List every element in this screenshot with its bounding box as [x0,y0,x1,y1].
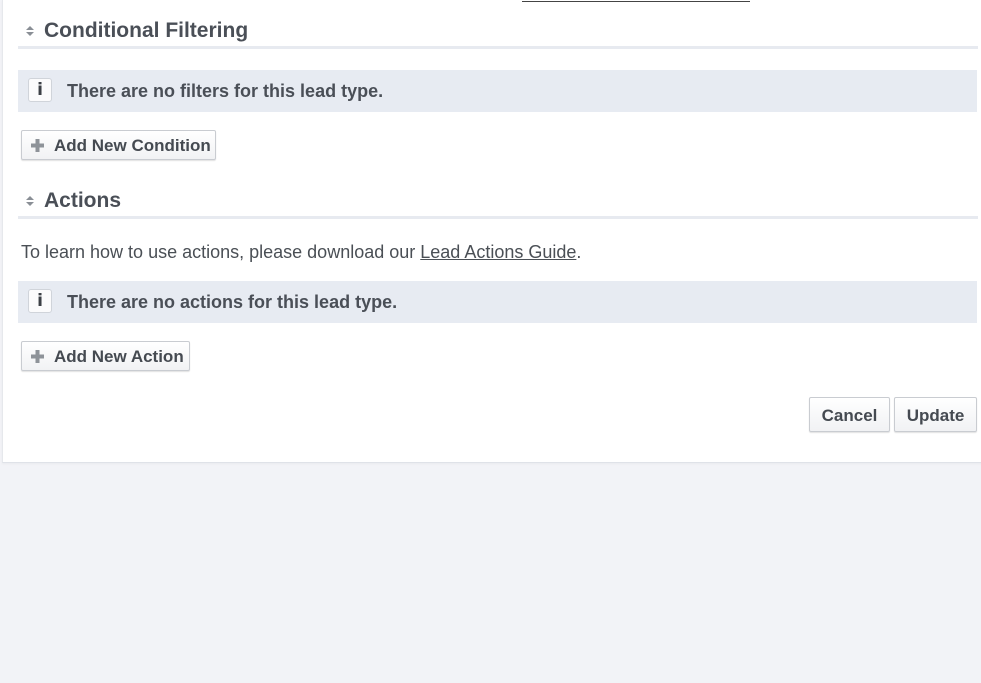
update-button[interactable]: Update [894,397,977,432]
help-suffix: . [576,242,582,262]
cancel-button[interactable]: Cancel [809,397,890,432]
lead-type-panel: Conditional Filtering i There are no fil… [2,0,981,463]
button-label: Add New Action [54,347,184,366]
info-icon: i [28,289,52,313]
conditional-filtering-header[interactable]: Conditional Filtering [18,16,978,49]
info-message-text: There are no actions for this lead type. [67,292,398,312]
filters-info-message: i There are no filters for this lead typ… [18,70,977,112]
info-message-text: There are no filters for this lead type. [67,81,384,101]
actions-info-message: i There are no actions for this lead typ… [18,281,977,323]
button-label: Cancel [821,406,878,425]
add-new-action-button[interactable]: Add New Action [21,341,190,371]
section-title: Actions [44,189,122,212]
info-icon: i [28,78,52,102]
actions-header[interactable]: Actions [18,186,978,219]
plus-icon [31,139,44,152]
actions-help-text: To learn how to use actions, please down… [21,242,581,263]
collapse-toggle-icon[interactable] [25,26,35,36]
top-link-underline [522,0,750,2]
collapse-toggle-icon[interactable] [25,196,35,206]
lead-actions-guide-link[interactable]: Lead Actions Guide [420,242,576,262]
add-new-condition-button[interactable]: Add New Condition [21,130,216,160]
button-label: Add New Condition [54,136,211,155]
help-prefix: To learn how to use actions, please down… [21,242,421,262]
plus-icon [31,350,44,363]
button-label: Update [906,406,965,425]
section-title: Conditional Filtering [44,19,249,42]
